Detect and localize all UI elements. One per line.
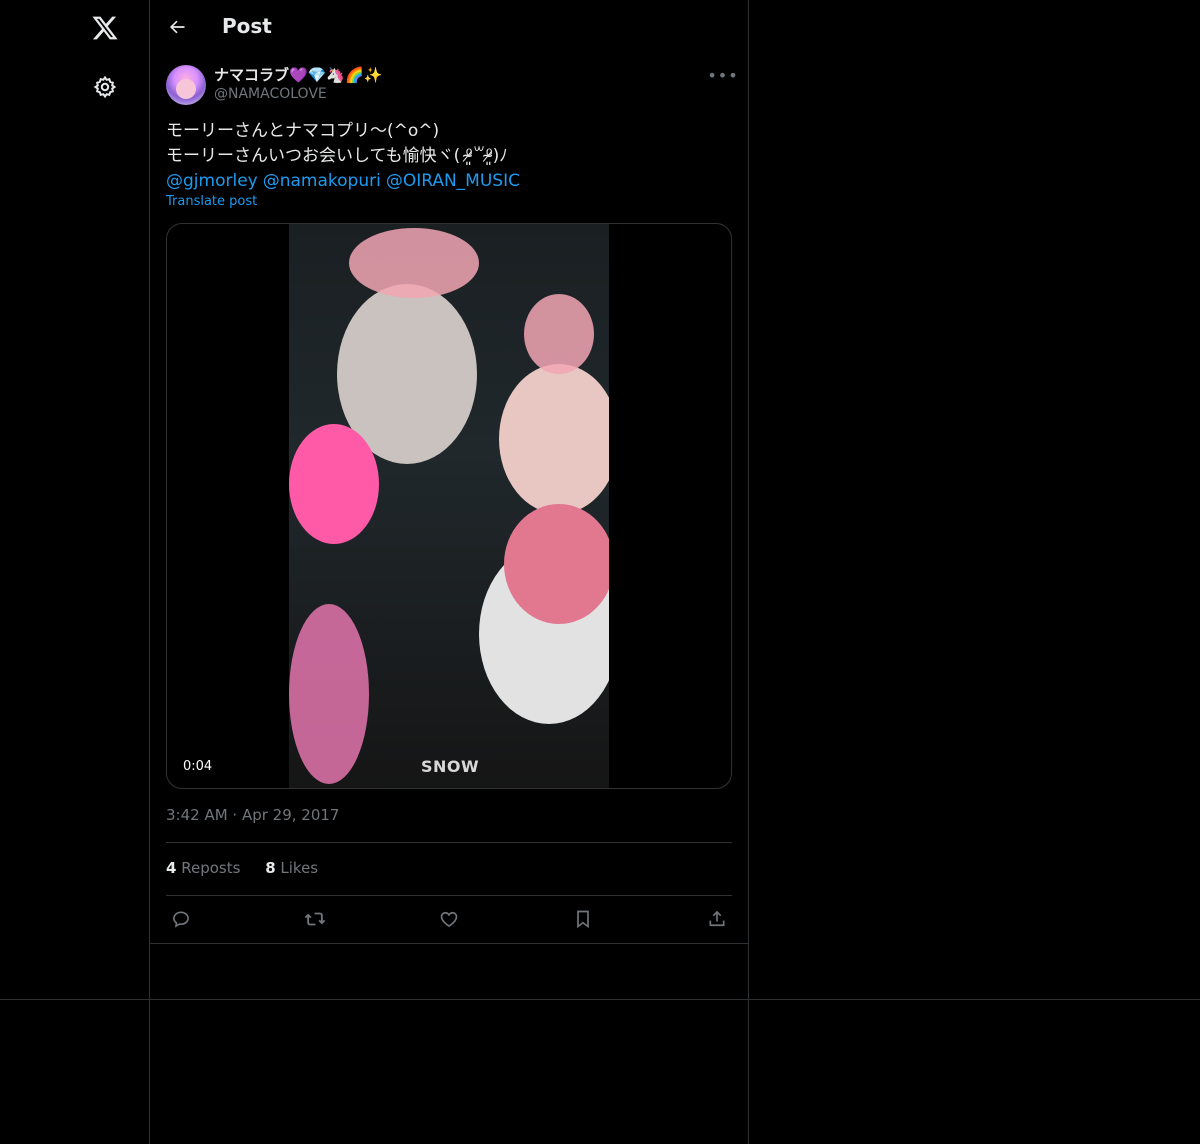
post-text: モーリーさんとナマコプリ〜(^o^) モーリーさんいつお会いしても愉快ヾ( ⁰̷… [166,119,732,194]
heart-icon[interactable] [434,904,464,934]
mention-link-oiran-music[interactable]: @OIRAN_MUSIC [386,171,520,191]
bookmark-icon[interactable] [568,904,598,934]
likes-stat[interactable]: 8 Likes [265,859,318,877]
video-thumbnail [289,224,609,788]
repost-icon[interactable] [300,904,330,934]
translate-post-link[interactable]: Translate post [166,194,257,209]
video-player[interactable]: 0:04 SNOW [166,223,732,789]
post-column: Post ナマコラブ💜💎🦄🌈✨ @NAMACOLOVE ••• モーリーさんとナ… [150,0,749,1144]
post-mentions: @gjmorley @namakopuri @OIRAN_MUSIC [166,169,732,194]
author-display-name[interactable]: ナマコラブ💜💎🦄🌈✨ [214,64,382,85]
arrow-left-icon[interactable] [162,10,192,44]
mention-link-gjmorley[interactable]: @gjmorley [166,171,258,191]
mention-link-namakopuri[interactable]: @namakopuri [263,171,381,191]
divider [166,842,732,843]
divider [150,943,748,944]
x-logo-icon[interactable] [87,10,123,46]
avatar[interactable] [166,65,206,105]
gear-icon[interactable] [87,69,123,105]
action-bar [166,904,732,934]
left-rail [0,0,150,1144]
post-text-line-1: モーリーさんとナマコプリ〜(^o^) [166,121,440,141]
post-header: Post [150,0,748,54]
video-watermark: SNOW [421,757,480,776]
divider [0,999,1200,1000]
divider [166,895,732,896]
post-timestamp[interactable]: 3:42 AM · Apr 29, 2017 [166,806,339,824]
video-duration: 0:04 [177,757,219,776]
post-stats: 4 Reposts 8 Likes [166,859,338,877]
post-text-line-2: モーリーさんいつお会いしても愉快ヾ( ⁰̷̴͈꒳⁰̷̴͈)ﾉ [166,146,508,166]
share-icon[interactable] [702,904,732,934]
more-icon[interactable]: ••• [707,64,738,86]
reply-icon[interactable] [166,904,196,934]
reposts-stat[interactable]: 4 Reposts [166,859,240,877]
page-title: Post [222,14,272,38]
author-handle[interactable]: @NAMACOLOVE [214,86,327,102]
